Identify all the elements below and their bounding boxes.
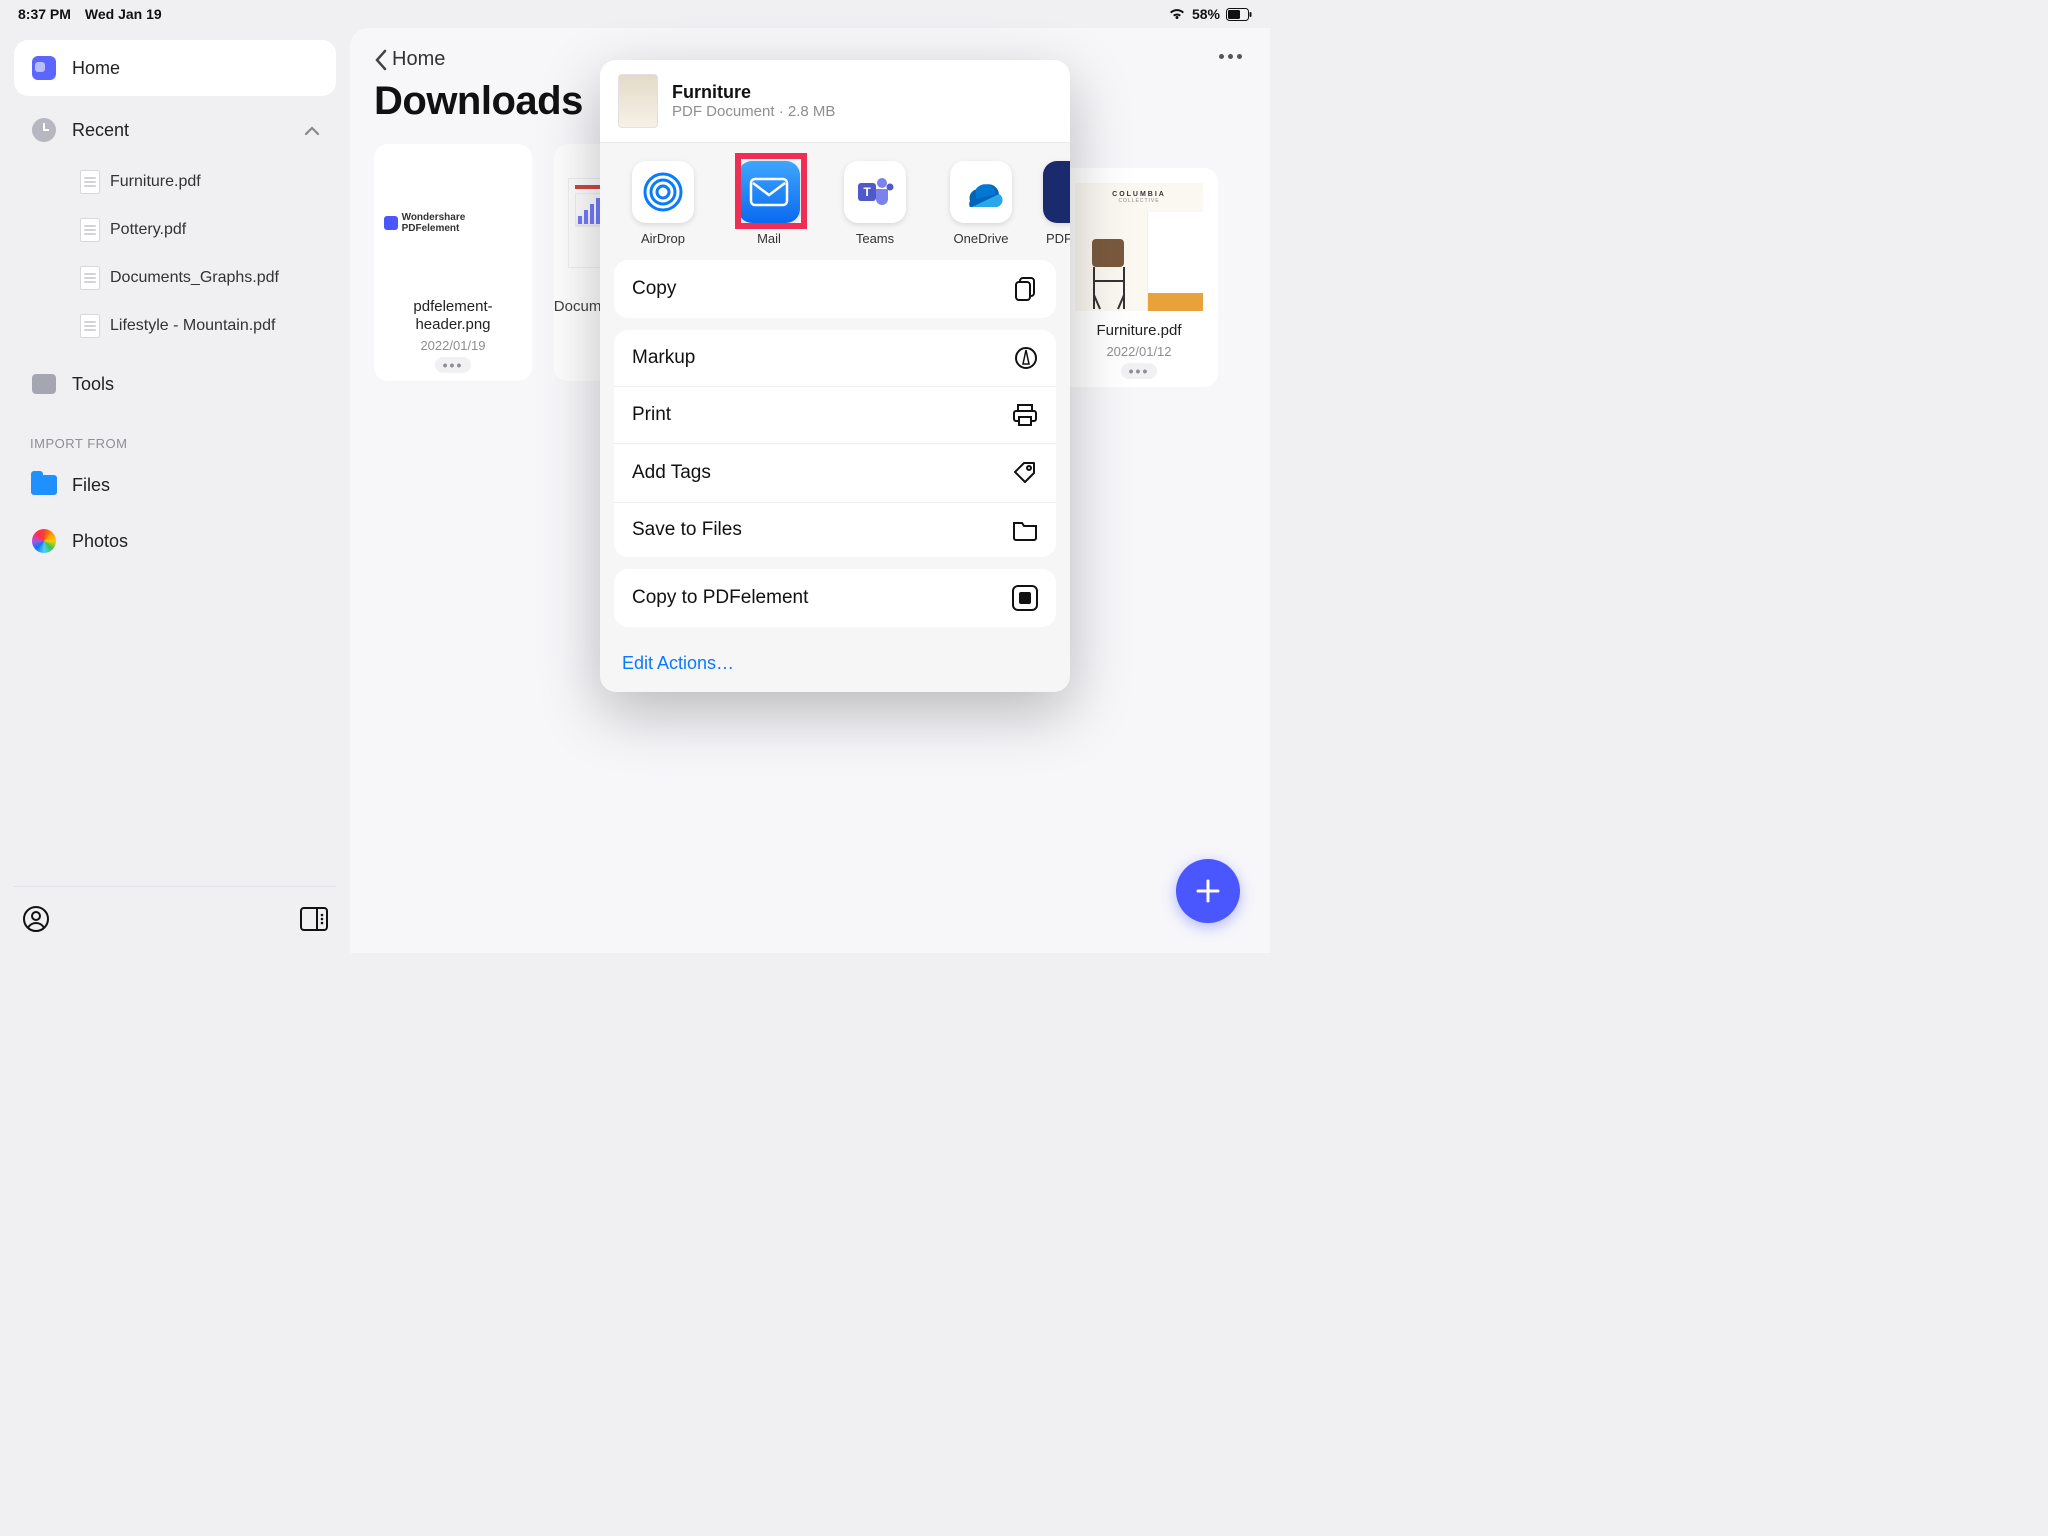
- battery-percent: 58%: [1192, 6, 1220, 22]
- file-more-button[interactable]: •••: [435, 357, 472, 373]
- more-menu-button[interactable]: [1219, 54, 1242, 59]
- share-file-thumbnail: [618, 74, 658, 128]
- chevron-left-icon: [374, 49, 388, 71]
- share-apps-row[interactable]: AirDrop Mail T Teams OneDrive PDF: [600, 143, 1070, 260]
- wifi-icon: [1168, 7, 1186, 21]
- clock-icon: [32, 118, 56, 142]
- share-app-pdf[interactable]: PDF: [1034, 161, 1070, 246]
- file-date: 2022/01/12: [1106, 344, 1171, 359]
- home-label: Home: [72, 58, 120, 79]
- share-file-title: Furniture: [672, 82, 835, 103]
- share-app-mail[interactable]: Mail: [716, 161, 822, 246]
- sidebar-item-home[interactable]: Home: [14, 40, 336, 96]
- mail-icon: [749, 177, 789, 207]
- share-file-subtitle: PDF Document · 2.8 MB: [672, 103, 835, 120]
- action-print[interactable]: Print: [614, 387, 1056, 444]
- recent-file-item[interactable]: Furniture.pdf: [72, 158, 336, 206]
- sidebar-item-recent[interactable]: Recent: [14, 102, 336, 158]
- file-thumbnail: Wondershare PDFelement: [384, 154, 522, 292]
- tag-icon: [1012, 460, 1038, 486]
- files-label: Files: [72, 475, 110, 496]
- tools-icon: [32, 374, 56, 394]
- battery-icon: [1226, 8, 1252, 21]
- share-sheet: Furniture PDF Document · 2.8 MB AirDrop …: [600, 60, 1070, 692]
- status-date: Wed Jan 19: [85, 6, 162, 22]
- action-copy[interactable]: Copy: [614, 260, 1056, 318]
- app-logo-icon: [32, 56, 56, 80]
- action-add-tags[interactable]: Add Tags: [614, 444, 1056, 503]
- teams-icon: T: [854, 171, 896, 213]
- document-icon: [80, 266, 100, 290]
- account-icon[interactable]: [22, 905, 50, 933]
- status-bar: 8:37 PM Wed Jan 19 58%: [0, 0, 1270, 28]
- recent-label: Recent: [72, 120, 129, 141]
- file-card[interactable]: Wondershare PDFelement pdfelement-header…: [374, 144, 532, 381]
- action-copy-to-pdfelement[interactable]: Copy to PDFelement: [614, 569, 1056, 627]
- document-icon: [80, 314, 100, 338]
- sidebar-footer: [14, 886, 336, 941]
- copy-icon: [1014, 276, 1038, 302]
- share-actions-group: Copy to PDFelement: [614, 569, 1056, 627]
- sidebar: Home Recent Furniture.pdf Pottery.pdf Do…: [0, 28, 350, 953]
- recent-list: Furniture.pdf Pottery.pdf Documents_Grap…: [14, 158, 336, 350]
- sidebar-item-photos[interactable]: Photos: [14, 513, 336, 569]
- share-app-teams[interactable]: T Teams: [822, 161, 928, 246]
- onedrive-icon: [958, 177, 1004, 207]
- airdrop-icon: [641, 170, 685, 214]
- recent-file-item[interactable]: Pottery.pdf: [72, 206, 336, 254]
- add-button[interactable]: [1176, 859, 1240, 923]
- folder-icon: [1012, 519, 1038, 541]
- sidebar-item-tools[interactable]: Tools: [14, 356, 336, 412]
- document-icon: [80, 170, 100, 194]
- action-markup[interactable]: Markup: [614, 330, 1056, 387]
- sidebar-toggle-icon[interactable]: [300, 907, 328, 931]
- share-app-onedrive[interactable]: OneDrive: [928, 161, 1034, 246]
- action-save-to-files[interactable]: Save to Files: [614, 503, 1056, 557]
- tools-label: Tools: [72, 374, 114, 395]
- status-time: 8:37 PM: [18, 6, 71, 22]
- recent-file-item[interactable]: Lifestyle - Mountain.pdf: [72, 302, 336, 350]
- recent-file-item[interactable]: Documents_Graphs.pdf: [72, 254, 336, 302]
- photos-label: Photos: [72, 531, 128, 552]
- share-actions-group: Markup Print Add Tags Save to Files: [614, 330, 1056, 557]
- file-name: Furniture.pdf: [1096, 322, 1181, 340]
- pdfelement-icon: [1012, 585, 1038, 611]
- share-actions-group: Copy: [614, 260, 1056, 318]
- file-thumbnail: COLUMBIACOLLECTIVE: [1070, 178, 1208, 316]
- sidebar-item-files[interactable]: Files: [14, 457, 336, 513]
- plus-icon: [1194, 877, 1222, 905]
- document-icon: [80, 218, 100, 242]
- chevron-up-icon: [304, 120, 320, 141]
- import-from-label: IMPORT FROM: [30, 436, 320, 451]
- share-sheet-header: Furniture PDF Document · 2.8 MB: [600, 60, 1070, 143]
- file-date: 2022/01/19: [420, 338, 485, 353]
- folder-icon: [31, 475, 57, 495]
- edit-actions-link[interactable]: Edit Actions…: [600, 639, 1070, 692]
- file-card[interactable]: COLUMBIACOLLECTIVE Furniture.pdf 2022/01…: [1060, 168, 1218, 387]
- photos-icon: [32, 529, 56, 553]
- file-name: pdfelement-header.png: [382, 298, 524, 334]
- file-more-button[interactable]: •••: [1121, 363, 1158, 379]
- markup-icon: [1014, 346, 1038, 370]
- share-app-airdrop[interactable]: AirDrop: [610, 161, 716, 246]
- svg-text:T: T: [863, 185, 871, 199]
- print-icon: [1012, 403, 1038, 427]
